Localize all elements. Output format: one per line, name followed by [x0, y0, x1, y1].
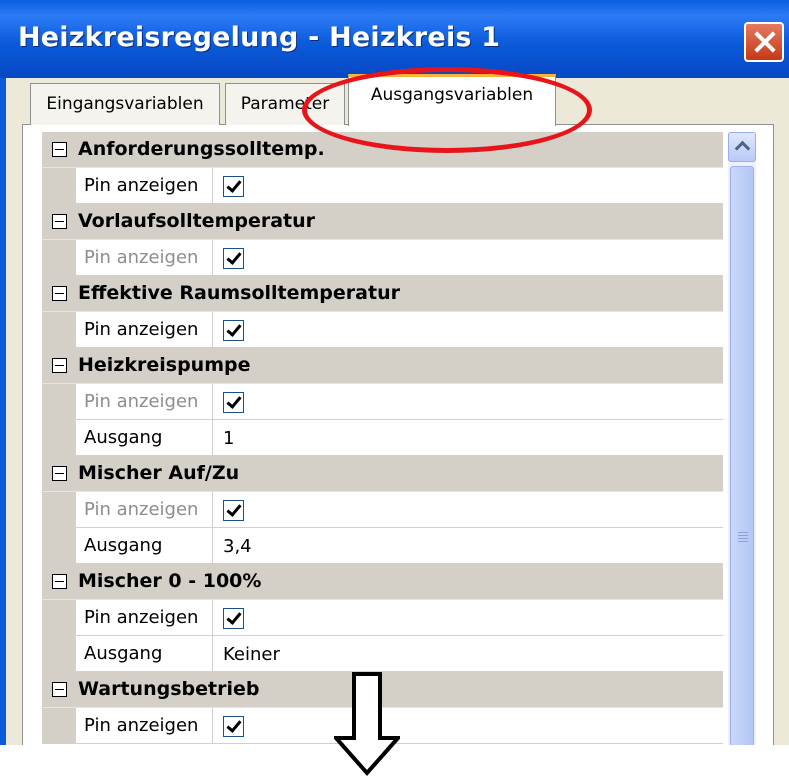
grip-line — [738, 538, 748, 539]
property-row[interactable]: Pin anzeigen — [42, 600, 723, 636]
grip-line — [738, 532, 748, 533]
row-gutter — [42, 600, 76, 636]
property-key: Pin anzeigen — [84, 175, 199, 196]
pin-anzeigen-checkbox[interactable] — [223, 608, 244, 629]
column-divider — [212, 168, 213, 204]
collapse-icon[interactable] — [52, 214, 67, 229]
property-row[interactable]: Pin anzeigen — [42, 312, 723, 348]
property-row[interactable]: Pin anzeigen — [42, 384, 723, 420]
pin-anzeigen-checkbox[interactable] — [223, 176, 244, 197]
column-divider — [212, 492, 213, 528]
grip-line — [738, 535, 748, 536]
property-value[interactable]: Keiner — [223, 644, 280, 665]
property-row[interactable]: Pin anzeigen — [42, 168, 723, 204]
pin-anzeigen-checkbox[interactable] — [223, 500, 244, 521]
row-gutter — [42, 528, 76, 564]
row-gutter — [42, 492, 76, 528]
category-label: Effektive Raumsolltemperatur — [78, 282, 400, 304]
collapse-icon[interactable] — [52, 682, 67, 697]
property-key: Ausgang — [84, 427, 163, 448]
property-key: Pin anzeigen — [84, 247, 199, 268]
down-arrow-icon — [334, 672, 400, 776]
pin-anzeigen-checkbox[interactable] — [223, 320, 244, 341]
row-gutter — [42, 240, 76, 276]
column-divider — [212, 312, 213, 348]
category-row[interactable]: Vorlaufsolltemperatur — [42, 204, 723, 240]
row-gutter — [42, 168, 76, 204]
tab-label: Eingangsvariablen — [46, 94, 204, 114]
pin-anzeigen-checkbox[interactable] — [223, 248, 244, 269]
row-gutter — [42, 420, 76, 456]
collapse-icon[interactable] — [52, 286, 67, 301]
collapse-icon[interactable] — [52, 142, 67, 157]
row-gutter — [42, 312, 76, 348]
scroll-up-button[interactable] — [728, 132, 756, 162]
column-divider — [212, 384, 213, 420]
property-key: Pin anzeigen — [84, 391, 199, 412]
pin-anzeigen-checkbox[interactable] — [223, 392, 244, 413]
property-value[interactable]: 1 — [223, 428, 234, 449]
property-key: Pin anzeigen — [84, 607, 199, 628]
category-label: Heizkreispumpe — [78, 354, 251, 376]
property-key: Pin anzeigen — [84, 499, 199, 520]
grip-line — [738, 541, 748, 542]
property-row[interactable]: Ausgang 3,4 — [42, 528, 723, 564]
window-title: Heizkreisregelung - Heizkreis 1 — [18, 22, 501, 53]
property-value[interactable]: 3,4 — [223, 536, 252, 557]
column-divider — [212, 240, 213, 276]
highlight-ellipse — [302, 67, 592, 153]
row-gutter — [42, 636, 76, 672]
category-row[interactable]: Mischer Auf/Zu — [42, 456, 723, 492]
property-key: Pin anzeigen — [84, 319, 199, 340]
category-label: Anforderungssolltemp. — [78, 138, 325, 160]
property-row[interactable]: Ausgang Keiner — [42, 636, 723, 672]
collapse-icon[interactable] — [52, 574, 67, 589]
column-divider — [212, 636, 213, 672]
window-border — [0, 78, 6, 745]
row-gutter — [42, 384, 76, 420]
tab-eingangsvariablen[interactable]: Eingangsvariablen — [30, 83, 220, 125]
property-key: Pin anzeigen — [84, 715, 199, 736]
collapse-icon[interactable] — [52, 358, 67, 373]
column-divider — [212, 420, 213, 456]
category-row[interactable]: Heizkreispumpe — [42, 348, 723, 384]
collapse-icon[interactable] — [52, 466, 67, 481]
close-button[interactable] — [744, 22, 784, 62]
column-divider — [212, 528, 213, 564]
category-row[interactable]: Mischer 0 - 100% — [42, 564, 723, 600]
title-bar[interactable]: Heizkreisregelung - Heizkreis 1 — [0, 0, 789, 78]
property-row[interactable]: Pin anzeigen — [42, 240, 723, 276]
row-gutter — [42, 708, 76, 744]
property-row[interactable]: Ausgang 1 — [42, 420, 723, 456]
category-label: Wartungsbetrieb — [78, 678, 260, 700]
property-key: Ausgang — [84, 643, 163, 664]
pin-anzeigen-checkbox[interactable] — [223, 716, 244, 737]
property-row[interactable]: Pin anzeigen — [42, 492, 723, 528]
column-divider — [212, 600, 213, 636]
column-divider — [212, 708, 213, 744]
property-key: Ausgang — [84, 535, 163, 556]
category-row[interactable]: Effektive Raumsolltemperatur — [42, 276, 723, 312]
vertical-scrollbar[interactable] — [728, 132, 756, 745]
category-label: Mischer Auf/Zu — [78, 462, 240, 484]
property-grid: Anforderungssolltemp. Pin anzeigen Vorlauf… — [42, 132, 723, 744]
category-label: Vorlaufsolltemperatur — [78, 210, 316, 232]
scroll-thumb[interactable] — [730, 166, 754, 745]
category-label: Mischer 0 - 100% — [78, 570, 262, 592]
